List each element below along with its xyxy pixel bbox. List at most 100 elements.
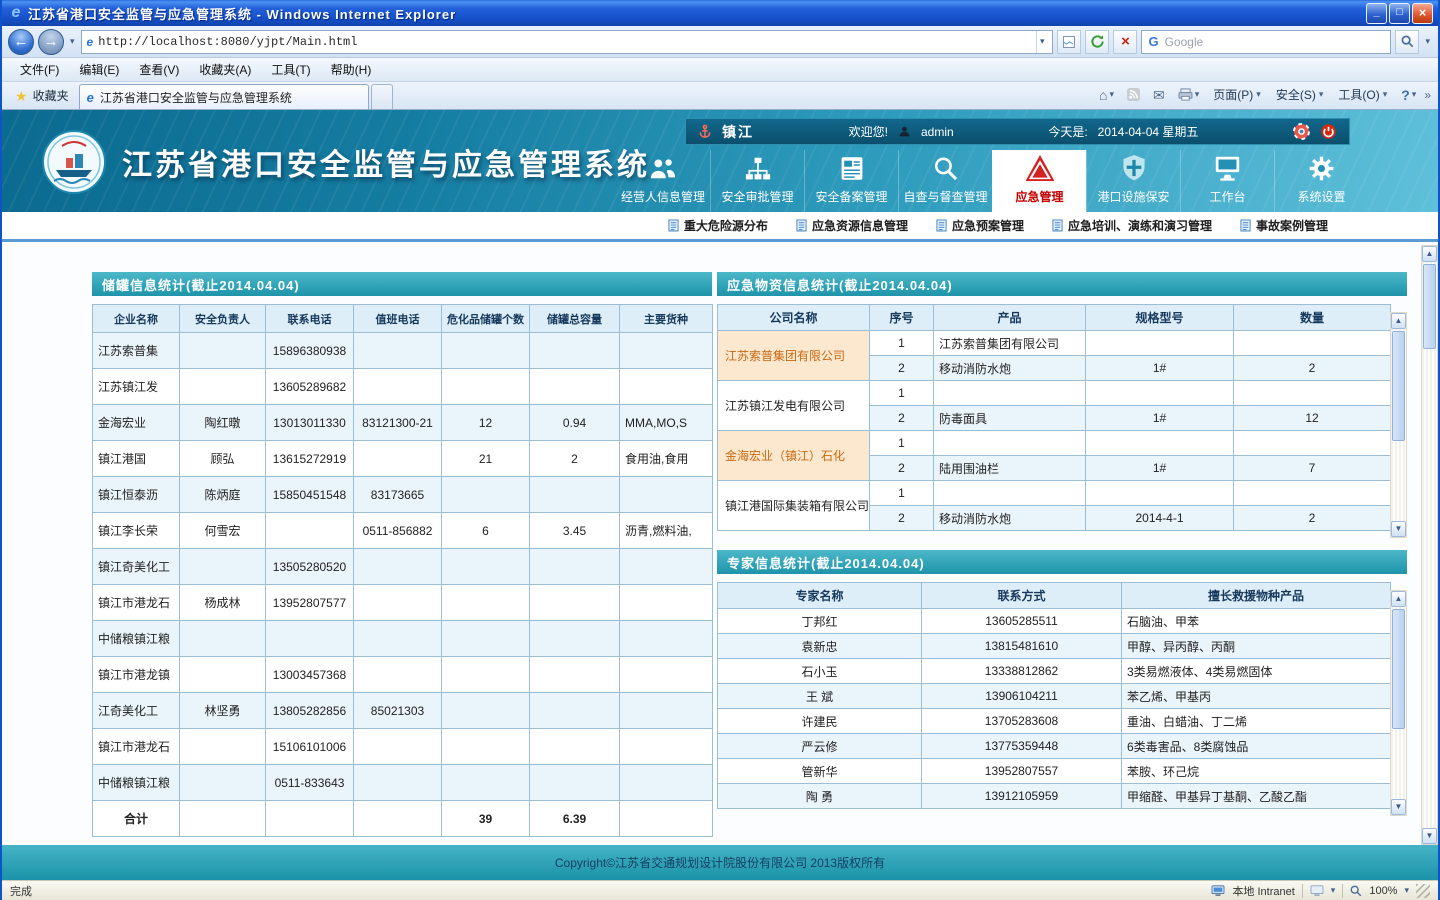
window-titlebar: e 江苏省港口安全监管与应急管理系统 - Windows Internet Ex… <box>2 0 1438 26</box>
table-row[interactable]: 江奇美化工林坚勇1380528285685021303 <box>93 693 713 729</box>
table-row[interactable]: 镇江恒泰沥陈炳庭1585045154883173665 <box>93 477 713 513</box>
tank-table: 企业名称安全负责人联系电话值班电话危化品储罐个数储罐总容量主要货种 江苏索普集1… <box>92 304 713 837</box>
table-row[interactable]: 王 斌13906104211苯乙烯、甲基丙 <box>718 684 1391 709</box>
history-dropdown-icon[interactable]: ▾ <box>68 36 77 47</box>
address-bar[interactable]: e http://localhost:8080/yjpt/Main.html ▾ <box>81 30 1054 54</box>
table-cell: 13912105959 <box>922 784 1122 809</box>
menu-tools[interactable]: 工具(T) <box>261 59 320 80</box>
back-button[interactable]: ← <box>8 29 34 55</box>
table-row[interactable]: 合计396.39 <box>93 801 713 837</box>
scroll-up-icon[interactable]: ▲ <box>1391 591 1406 607</box>
protected-mode-icon[interactable] <box>1310 885 1324 897</box>
feeds-button[interactable] <box>1122 86 1145 103</box>
table-row[interactable]: 管新华13952807557苯胺、环己烷 <box>718 759 1391 784</box>
table-row[interactable]: 镇江市港龙镇13003457368 <box>93 657 713 693</box>
favorites-label: 收藏夹 <box>33 87 69 104</box>
scroll-up-icon[interactable]: ▲ <box>1391 313 1406 329</box>
scroll-thumb[interactable] <box>1392 609 1405 729</box>
subnav-item-emergency-training[interactable]: 应急培训、演练和演习管理 <box>1052 217 1212 234</box>
zoom-dropdown-icon[interactable]: ▾ <box>1404 885 1409 896</box>
nav-item-self-inspection[interactable]: 自查与督查管理 <box>898 150 992 212</box>
subnav-item-hazard-source-distribution[interactable]: 重大危险源分布 <box>668 217 768 234</box>
scroll-up-icon[interactable]: ▲ <box>1422 246 1437 262</box>
supplies-scrollbar[interactable]: ▲ ▼ <box>1390 312 1407 538</box>
lifebuoy-icon[interactable] <box>1293 123 1310 140</box>
refresh-button[interactable] <box>1085 30 1109 54</box>
search-box[interactable]: G Google <box>1141 30 1391 54</box>
table-row[interactable]: 严云修137753594486类毒害品、8类腐蚀品 <box>718 734 1391 759</box>
menu-help[interactable]: 帮助(H) <box>321 59 382 80</box>
close-button[interactable]: × <box>1412 3 1433 24</box>
scroll-down-icon[interactable]: ▼ <box>1422 828 1437 844</box>
logout-power-icon[interactable] <box>1320 123 1337 140</box>
new-tab-button[interactable] <box>371 84 393 109</box>
browser-tab[interactable]: e 江苏省港口安全监管与应急管理系统 <box>79 84 369 109</box>
safety-menu-button[interactable]: 安全(S)▾ <box>1270 84 1330 105</box>
subnav-item-emergency-resource-info[interactable]: 应急资源信息管理 <box>796 217 908 234</box>
nav-item-safety-filing[interactable]: 安全备案管理 <box>804 150 898 212</box>
table-row[interactable]: 镇江港国顾弘13615272919212食用油,食用 <box>93 441 713 477</box>
table-row[interactable]: 许建民13705283608重油、白蜡油、丁二烯 <box>718 709 1391 734</box>
table-row[interactable]: 镇江市港龙石杨成林13952807577 <box>93 585 713 621</box>
menu-favorites[interactable]: 收藏夹(A) <box>189 59 261 80</box>
table-row[interactable]: 镇江奇美化工13505280520 <box>93 549 713 585</box>
experts-scrollbar[interactable]: ▲ ▼ <box>1390 590 1407 816</box>
table-row[interactable]: 江苏索普集15896380938 <box>93 333 713 369</box>
table-row[interactable]: 镇江李长荣何雪宏0511-85688263.45沥青,燃料油, <box>93 513 713 549</box>
table-cell <box>442 729 530 765</box>
table-cell <box>354 765 442 801</box>
table-row[interactable]: 石小玉133388128623类易燃液体、4类易燃固体 <box>718 659 1391 684</box>
search-button[interactable] <box>1395 30 1419 54</box>
nav-item-emergency[interactable]: 应急管理 <box>992 150 1086 212</box>
scroll-thumb[interactable] <box>1392 331 1405 441</box>
nav-item-operator-info[interactable]: 经营人信息管理 <box>616 150 710 212</box>
maximize-button[interactable]: □ <box>1389 3 1410 24</box>
overflow-chevron-icon[interactable]: » <box>1424 88 1431 102</box>
nav-item-workbench[interactable]: 工作台 <box>1180 150 1274 212</box>
page-menu-button[interactable]: 页面(P)▾ <box>1207 84 1267 105</box>
tools-menu-button[interactable]: 工具(O)▾ <box>1332 84 1393 105</box>
scroll-down-icon[interactable]: ▼ <box>1391 521 1406 537</box>
table-row[interactable]: 陶 勇13912105959甲缩醛、甲基异丁基酮、乙酸乙酯 <box>718 784 1391 809</box>
read-mail-button[interactable]: ✉ <box>1148 86 1170 104</box>
table-row[interactable]: 中储粮镇江粮 <box>93 621 713 657</box>
stop-button[interactable]: × <box>1113 30 1137 54</box>
forward-button[interactable]: → <box>38 29 64 55</box>
print-button[interactable]: ▾ <box>1173 86 1205 103</box>
experts-table: 专家名称联系方式擅长救援物种产品 丁邦红13605285511石脑油、甲苯袁新忠… <box>717 582 1391 809</box>
subnav-item-emergency-plan[interactable]: 应急预案管理 <box>936 217 1024 234</box>
favorites-button[interactable]: ★ 收藏夹 <box>5 82 79 109</box>
menu-view[interactable]: 查看(V) <box>129 59 189 80</box>
table-row[interactable]: 镇江市港龙石15106101006 <box>93 729 713 765</box>
chevron-down-icon[interactable]: ▾ <box>1331 885 1336 896</box>
table-cell <box>354 585 442 621</box>
help-button[interactable]: ?▾ <box>1396 86 1421 104</box>
address-dropdown-icon[interactable]: ▾ <box>1036 31 1048 53</box>
minimize-button[interactable]: _ <box>1366 3 1387 24</box>
table-row[interactable]: 江苏镇江发13605289682 <box>93 369 713 405</box>
nav-item-safety-approval[interactable]: 安全审批管理 <box>710 150 804 212</box>
table-row[interactable]: 镇江港国际集装箱有限公司1 <box>718 481 1391 506</box>
page-scrollbar[interactable]: ▲ ▼ <box>1421 245 1438 845</box>
compatibility-button[interactable] <box>1057 30 1081 54</box>
nav-item-system-settings[interactable]: 系统设置 <box>1274 150 1368 212</box>
subnav-item-accident-case[interactable]: 事故案例管理 <box>1240 217 1328 234</box>
table-row[interactable]: 袁新忠13815481610甲醇、异丙醇、丙酮 <box>718 634 1391 659</box>
table-row[interactable]: 金海宏业（镇江）石化1 <box>718 431 1391 456</box>
scroll-thumb[interactable] <box>1423 264 1436 349</box>
menu-edit[interactable]: 编辑(E) <box>69 59 129 80</box>
scroll-down-icon[interactable]: ▼ <box>1391 799 1406 815</box>
table-row[interactable]: 丁邦红13605285511石脑油、甲苯 <box>718 609 1391 634</box>
table-row[interactable]: 金海宏业陶红暾1301301133083121300-21120.94MMA,M… <box>93 405 713 441</box>
table-row[interactable]: 江苏镇江发电有限公司1 <box>718 381 1391 406</box>
subnav-label: 事故案例管理 <box>1256 217 1328 234</box>
table-row[interactable]: 中储粮镇江粮0511-833643 <box>93 765 713 801</box>
zoom-level[interactable]: 100% <box>1369 885 1397 897</box>
menu-file[interactable]: 文件(F) <box>10 59 69 80</box>
search-dropdown-icon[interactable]: ▾ <box>1423 36 1432 47</box>
nav-item-port-security[interactable]: 港口设施保安 <box>1086 150 1180 212</box>
table-cell <box>530 693 620 729</box>
table-row[interactable]: 江苏索普集团有限公司1江苏索普集团有限公司 <box>718 331 1391 356</box>
resize-grip[interactable] <box>1416 884 1430 898</box>
home-button[interactable]: ⌂▾ <box>1094 86 1119 104</box>
